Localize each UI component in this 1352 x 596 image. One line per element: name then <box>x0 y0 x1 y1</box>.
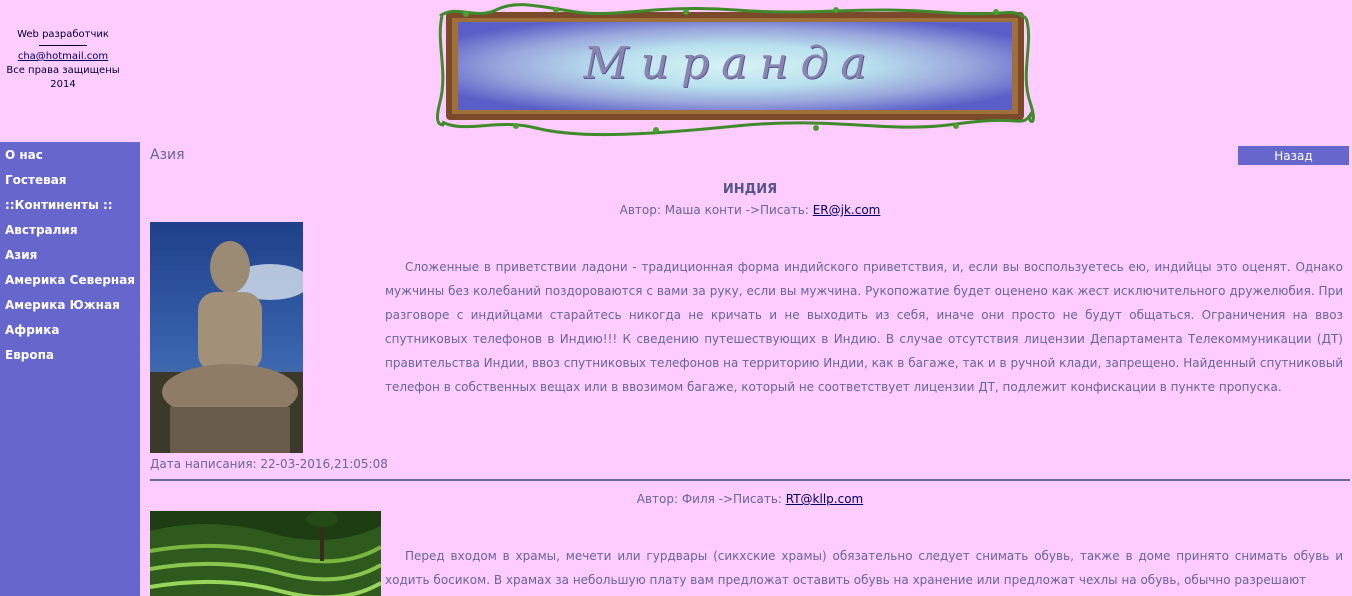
sidebar-item-australia[interactable]: Австралия <box>0 218 140 243</box>
sidebar-item-about[interactable]: О нас <box>0 143 140 168</box>
developer-credits: Web разработчик cha@hotmail.com Все прав… <box>0 28 126 92</box>
copyright-year: 2014 <box>50 79 76 90</box>
article-date: Дата написания: 22-03-2016,21:05:08 <box>150 457 388 471</box>
rice-terraces-photo <box>150 511 381 596</box>
sidebar-item-africa[interactable]: Африка <box>0 318 140 343</box>
article-author: Автор: Маша конти ->Писать: ER@jk.com <box>144 203 1352 217</box>
sidebar-item-guestbook[interactable]: Гостевая <box>0 168 140 193</box>
sidebar-item-continents[interactable]: ::Континенты :: <box>0 193 140 218</box>
author-email-link[interactable]: RT@kllp.com <box>786 492 863 506</box>
sidebar-item-asia[interactable]: Азия <box>0 243 140 268</box>
sidebar-item-north-america[interactable]: Америка Северная <box>0 268 140 293</box>
page: Web разработчик cha@hotmail.com Все прав… <box>0 0 1352 596</box>
section-title: Азия <box>150 147 185 163</box>
copyright-text: Все права защищены <box>6 65 120 76</box>
site-title: Миранда <box>583 38 879 89</box>
buddha-statue-photo <box>150 222 303 453</box>
author-prefix: Автор: Филя ->Писать: <box>636 492 786 506</box>
article-text: Сложенные в приветствии ладони - традици… <box>385 260 1343 394</box>
article-text: Перед входом в храмы, мечети или гурдвар… <box>385 549 1343 587</box>
author-email-link[interactable]: ER@jk.com <box>813 203 881 217</box>
site-banner: Миранда <box>436 2 1036 138</box>
article-divider <box>150 479 1350 481</box>
sidebar-item-south-america[interactable]: Америка Южная <box>0 293 140 318</box>
developer-label: Web разработчик <box>17 29 109 40</box>
author-prefix: Автор: Маша конти ->Писать: <box>619 203 813 217</box>
sidebar-nav: О нас Гостевая ::Континенты :: Австралия… <box>0 142 140 596</box>
article-author: Автор: Филя ->Писать: RT@kllp.com <box>144 492 1352 506</box>
back-button[interactable]: Назад <box>1238 146 1349 165</box>
article-title: ИНДИЯ <box>722 182 778 197</box>
sidebar-item-europe[interactable]: Европа <box>0 343 140 368</box>
developer-email-link[interactable]: cha@hotmail.com <box>0 50 126 64</box>
credits-divider <box>39 45 87 46</box>
